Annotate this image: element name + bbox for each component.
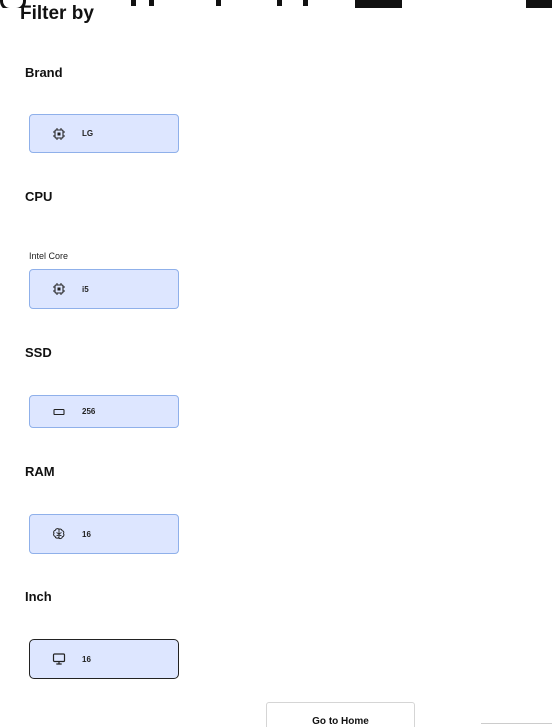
cpu-chip-icon xyxy=(52,282,66,296)
ram-chip-16[interactable]: 16 xyxy=(29,514,179,554)
header-fragment xyxy=(149,0,154,6)
header-fragment xyxy=(355,0,402,8)
header-fragment xyxy=(526,0,552,8)
ram-label: RAM xyxy=(25,464,55,479)
inch-chip-16[interactable]: 16 xyxy=(29,639,179,679)
brand-chip-lg[interactable]: LG xyxy=(29,114,179,153)
filter-page: Filter by Brand LG CPU Intel Core i5 SSD xyxy=(0,0,552,727)
cpu-label: CPU xyxy=(25,189,53,204)
ssd-label: SSD xyxy=(25,345,52,360)
memory-brain-icon xyxy=(52,527,66,541)
cpu-family-label: Intel Core xyxy=(29,251,69,261)
ram-chip-label: 16 xyxy=(82,529,91,539)
ssd-chip-label: 256 xyxy=(82,407,96,416)
brand-chip-label: LG xyxy=(82,129,94,138)
filter-title: Filter by xyxy=(20,3,94,24)
cpu-chip-label: i5 xyxy=(82,284,89,294)
inch-label: Inch xyxy=(25,589,52,604)
header-fragment xyxy=(216,0,221,6)
cpu-chip-icon xyxy=(52,127,66,141)
monitor-icon xyxy=(52,652,66,666)
divider xyxy=(481,723,552,724)
cpu-chip-i5[interactable]: i5 xyxy=(29,269,179,309)
go-to-home-button[interactable]: Go to Home xyxy=(266,702,415,727)
header-fragment xyxy=(131,0,136,6)
storage-drive-icon xyxy=(52,405,66,419)
ssd-chip-256[interactable]: 256 xyxy=(29,395,179,428)
inch-chip-label: 16 xyxy=(82,654,91,664)
brand-label: Brand xyxy=(25,65,63,80)
header-fragment xyxy=(303,0,308,6)
header-fragment xyxy=(277,0,282,6)
